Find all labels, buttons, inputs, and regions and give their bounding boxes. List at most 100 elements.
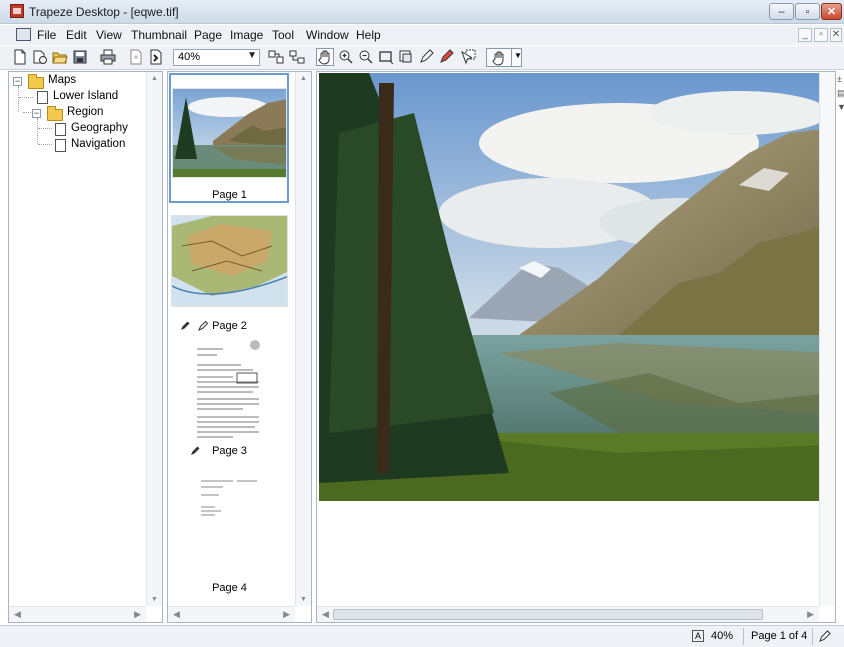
tree-label-maps: Maps <box>48 74 77 86</box>
menu-file[interactable]: File <box>37 28 56 42</box>
save-icon[interactable] <box>72 49 88 65</box>
close-button[interactable]: ✕ <box>821 3 842 20</box>
scroll-left-icon[interactable]: ◀ <box>173 609 180 620</box>
collapse-icon[interactable]: − <box>13 77 22 86</box>
document-icon <box>55 139 66 152</box>
minimize-button[interactable]: – <box>769 3 794 20</box>
scroll-right-icon[interactable]: ▶ <box>807 609 814 620</box>
scroll-left-icon[interactable]: ◀ <box>14 609 21 620</box>
zoom-select[interactable]: 40% ▼ <box>173 49 260 66</box>
status-bar: A 40% Page 1 of 4 <box>0 625 844 647</box>
status-divider <box>812 628 813 645</box>
status-divider <box>743 628 744 645</box>
scroll-right-icon[interactable]: ▶ <box>283 609 290 620</box>
tree-horizontal-scrollbar[interactable]: ◀ ▶ <box>9 606 146 622</box>
thumbnail-page-2[interactable]: Page 2 <box>171 215 288 335</box>
tree-label-lower-island: Lower Island <box>53 90 119 102</box>
collapse-icon[interactable]: − <box>32 109 41 118</box>
export-icon[interactable] <box>148 49 164 65</box>
side-pin-icon[interactable]: ± <box>837 74 842 84</box>
mdi-minimize-button[interactable]: _ <box>798 28 812 42</box>
tree-item-navigation[interactable]: Navigation <box>12 138 152 154</box>
side-arrow-icon[interactable]: ▼ <box>837 102 844 112</box>
app-icon[interactable] <box>10 4 24 18</box>
print-icon[interactable] <box>100 49 116 65</box>
document-icon <box>37 91 48 104</box>
chevron-down-icon[interactable]: ▼ <box>247 50 257 61</box>
zoom-select-value: 40% <box>178 51 201 63</box>
pen-status-icon[interactable] <box>818 629 832 643</box>
tree-item-geography[interactable]: Geography <box>12 122 152 138</box>
document-window-icon[interactable] <box>16 28 31 41</box>
scroll-up-icon[interactable]: ▲ <box>300 75 307 82</box>
menu-page[interactable]: Page <box>194 28 222 42</box>
viewer-vertical-scrollbar[interactable] <box>819 72 835 606</box>
thumbnail-label: Page 4 <box>212 582 247 594</box>
minimize-icon: – <box>778 6 785 18</box>
image-viewer-panel[interactable]: ◀ ▶ <box>316 71 836 623</box>
thumbnail-label: Page 1 <box>212 189 247 201</box>
menu-view[interactable]: View <box>96 28 122 42</box>
tree-item-maps[interactable]: − Maps <box>12 74 152 90</box>
scroll-up-icon[interactable]: ▲ <box>151 75 158 82</box>
thumbnail-horizontal-scrollbar[interactable]: ◀ ▶ <box>168 606 295 622</box>
thumbnail-image <box>193 465 265 573</box>
hand-dropdown-icon <box>491 50 507 66</box>
scrollbar-thumb[interactable] <box>333 609 763 620</box>
side-list-icon[interactable]: ▤ <box>837 88 844 99</box>
merge-view-icon[interactable] <box>289 49 305 65</box>
mdi-restore-button[interactable]: ▫ <box>814 28 828 42</box>
thumbnail-page-1[interactable]: Page 1 <box>169 73 289 203</box>
import-icon[interactable] <box>128 49 144 65</box>
menu-tool[interactable]: Tool <box>272 28 294 42</box>
split-view-icon[interactable] <box>268 49 284 65</box>
menu-edit[interactable]: Edit <box>66 28 87 42</box>
scroll-down-icon[interactable]: ▼ <box>151 596 158 603</box>
thumbnail-image <box>171 215 288 307</box>
menu-bar: File Edit View Thumbnail Page Image Tool… <box>0 25 844 45</box>
thumbnail-image <box>193 335 265 443</box>
thumbnail-panel: Page 1 Page 2 Page 3 Page 4 ▲ ▼ ◀ ▶ <box>167 71 312 623</box>
tree-item-region[interactable]: − Region <box>12 106 152 122</box>
zoom-out-icon[interactable] <box>358 49 374 65</box>
tree-label-geography: Geography <box>71 122 128 134</box>
open-folder-icon[interactable] <box>52 49 68 65</box>
mdi-close-button[interactable]: ✕ <box>830 28 842 42</box>
status-page-indicator: Page 1 of 4 <box>751 630 808 642</box>
scroll-down-icon[interactable]: ▼ <box>300 596 307 603</box>
pan-hand-icon[interactable] <box>316 48 334 66</box>
thumbnail-label: Page 2 <box>212 320 247 332</box>
menu-thumbnail[interactable]: Thumbnail <box>131 28 187 42</box>
new-document-icon[interactable] <box>12 49 28 65</box>
thumbnail-image <box>172 88 287 178</box>
annotate-pen-icon[interactable] <box>418 49 434 65</box>
document-image[interactable] <box>319 73 831 501</box>
highlight-marker-icon[interactable] <box>438 49 454 65</box>
zoom-in-icon[interactable] <box>338 49 354 65</box>
viewer-horizontal-scrollbar[interactable]: ◀ ▶ <box>317 606 819 622</box>
tree-item-lower-island[interactable]: Lower Island <box>12 90 152 106</box>
menu-image[interactable]: Image <box>230 28 263 42</box>
thumbnail-page-3[interactable]: Page 3 <box>171 335 288 469</box>
document-icon <box>55 123 66 136</box>
hand-tool-dropdown[interactable]: ▼ <box>486 48 522 67</box>
maximize-button[interactable]: ▫ <box>795 3 820 20</box>
folder-open-icon <box>47 106 63 121</box>
tree-vertical-scrollbar[interactable]: ▲ ▼ <box>146 72 162 606</box>
close-icon: ✕ <box>826 6 837 18</box>
menu-window[interactable]: Window <box>306 28 349 42</box>
folder-open-icon <box>28 74 44 89</box>
select-tool-icon[interactable] <box>460 49 476 65</box>
select-rectangle-icon[interactable] <box>378 49 394 65</box>
scroll-left-icon[interactable]: ◀ <box>322 609 329 620</box>
crop-icon[interactable] <box>398 49 414 65</box>
thumbnail-page-4[interactable]: Page 4 <box>171 465 288 595</box>
thumbnail-vertical-scrollbar[interactable]: ▲ ▼ <box>295 72 311 606</box>
menu-help[interactable]: Help <box>356 28 381 42</box>
thumbnail-label: Page 3 <box>212 445 247 457</box>
tree-label-navigation: Navigation <box>71 138 126 150</box>
scroll-right-icon[interactable]: ▶ <box>134 609 141 620</box>
dropdown-separator <box>511 49 512 66</box>
chevron-down-icon[interactable]: ▼ <box>514 51 522 60</box>
new-from-template-icon[interactable] <box>32 49 48 65</box>
